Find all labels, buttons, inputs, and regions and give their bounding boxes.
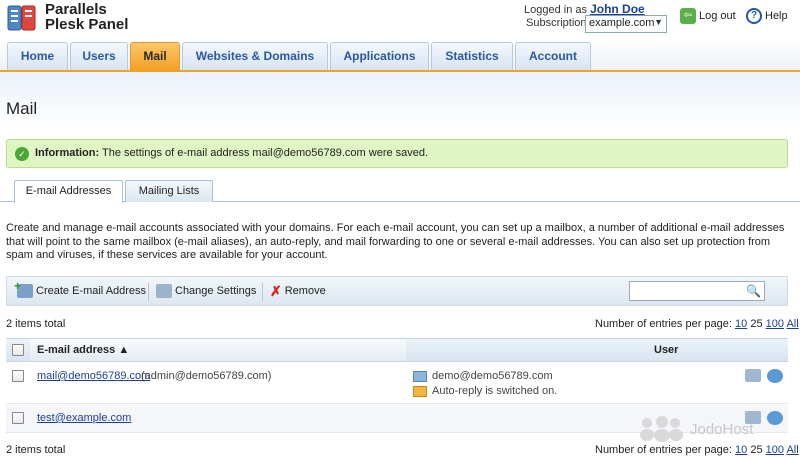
per-page-control: Number of entries per page: 10 25 100 Al… bbox=[595, 318, 799, 330]
change-settings-button[interactable]: Change Settings bbox=[156, 284, 256, 298]
search-input[interactable]: 🔍 bbox=[629, 281, 765, 301]
user-name-link[interactable]: John Doe bbox=[590, 2, 645, 16]
subscription-select[interactable]: example.com ▼ bbox=[585, 15, 667, 33]
change-settings-label: Change Settings bbox=[175, 285, 257, 297]
per-page-100[interactable]: 100 bbox=[766, 444, 784, 456]
login-info: Logged in as John Doe bbox=[524, 2, 645, 16]
chevron-down-icon: ▼ bbox=[654, 17, 663, 27]
logout-button[interactable]: ⇦ Log out bbox=[680, 8, 736, 24]
header: Parallels Plesk Panel Logged in as John … bbox=[0, 0, 800, 42]
email-link[interactable]: test@example.com bbox=[37, 412, 131, 424]
info-text: The settings of e-mail address mail@demo… bbox=[102, 147, 429, 159]
watermark-logo-icon bbox=[640, 416, 684, 442]
column-user[interactable]: User bbox=[654, 344, 678, 356]
tab-websites-domains[interactable]: Websites & Domains bbox=[182, 42, 328, 70]
per-page-10[interactable]: 10 bbox=[735, 444, 747, 456]
select-all-checkbox[interactable] bbox=[12, 344, 24, 356]
toolbar-divider bbox=[262, 283, 263, 301]
create-email-icon bbox=[14, 279, 33, 298]
subtab-email-addresses[interactable]: E-mail Addresses bbox=[14, 180, 123, 203]
mail-settings-icon[interactable] bbox=[745, 369, 761, 382]
subtab-mailing-lists[interactable]: Mailing Lists bbox=[125, 180, 213, 202]
page-title: Mail bbox=[6, 99, 38, 118]
row-checkbox[interactable] bbox=[12, 370, 24, 382]
title-band bbox=[0, 72, 800, 127]
tab-home[interactable]: Home bbox=[7, 42, 68, 70]
watermark: JodoHost bbox=[640, 416, 753, 442]
remove-label: Remove bbox=[284, 285, 326, 297]
per-page-all[interactable]: All bbox=[786, 318, 798, 330]
webmail-icon[interactable] bbox=[767, 411, 783, 425]
tab-mail[interactable]: Mail bbox=[130, 42, 180, 70]
per-page-all[interactable]: All bbox=[786, 444, 798, 456]
webmail-icon[interactable] bbox=[767, 369, 783, 383]
help-button[interactable]: ? Help bbox=[746, 8, 788, 24]
per-page-10[interactable]: 10 bbox=[735, 318, 747, 330]
product-name-line1: Parallels bbox=[45, 1, 107, 18]
table-row bbox=[6, 362, 788, 404]
tab-account[interactable]: Account bbox=[515, 42, 591, 70]
per-page-control: Number of entries per page: 10 25 100 Al… bbox=[595, 444, 799, 456]
description: Create and manage e-mail accounts associ… bbox=[6, 222, 785, 261]
search-icon[interactable]: 🔍 bbox=[746, 284, 761, 298]
help-label: Help bbox=[765, 10, 788, 22]
tab-users[interactable]: Users bbox=[70, 42, 128, 70]
tab-applications[interactable]: Applications bbox=[330, 42, 429, 70]
column-email[interactable]: E-mail address ▲ bbox=[37, 344, 129, 356]
change-settings-icon bbox=[156, 284, 172, 298]
remove-icon: ✗ bbox=[270, 283, 282, 299]
create-email-button[interactable]: Create E-mail Address bbox=[14, 279, 147, 298]
mailbox-icon bbox=[413, 371, 427, 382]
forward-address: demo@demo56789.com bbox=[432, 370, 553, 382]
logout-label: Log out bbox=[699, 10, 736, 22]
subtabs: E-mail Addresses Mailing Lists bbox=[0, 180, 800, 203]
plesk-logo-icon bbox=[7, 5, 36, 31]
per-page-label: Number of entries per page: bbox=[595, 444, 732, 456]
per-page-100[interactable]: 100 bbox=[766, 318, 784, 330]
subscription-label: Subscription bbox=[526, 17, 587, 29]
toolbar-divider bbox=[148, 283, 149, 301]
tab-statistics[interactable]: Statistics bbox=[431, 42, 513, 70]
check-icon: ✓ bbox=[15, 147, 29, 161]
help-icon: ? bbox=[746, 8, 762, 24]
autoreply-status: Auto-reply is switched on. bbox=[432, 385, 558, 397]
info-message: ✓ Information: The settings of e-mail ad… bbox=[6, 139, 788, 168]
info-label: Information: bbox=[35, 147, 100, 159]
product-name-line2: Plesk Panel bbox=[45, 16, 129, 33]
watermark-text: JodoHost bbox=[690, 420, 754, 438]
per-page-25: 25 bbox=[750, 318, 763, 330]
logout-icon: ⇦ bbox=[680, 8, 696, 24]
subscription-value: example.com bbox=[589, 17, 655, 29]
row-checkbox[interactable] bbox=[12, 412, 24, 424]
main-nav: Home Users Mail Websites & Domains Appli… bbox=[0, 42, 800, 72]
items-total: 2 items total bbox=[6, 318, 66, 330]
autoreply-icon bbox=[413, 386, 427, 397]
items-total: 2 items total bbox=[6, 444, 66, 456]
per-page-25: 25 bbox=[750, 444, 763, 456]
email-link[interactable]: mail@demo56789.com bbox=[37, 370, 150, 382]
per-page-label: Number of entries per page: bbox=[595, 318, 732, 330]
remove-button[interactable]: ✗ Remove bbox=[270, 284, 326, 298]
email-alias: (admin@demo56789.com) bbox=[141, 370, 272, 382]
logged-in-label: Logged in as bbox=[524, 4, 587, 16]
product-name: Parallels Plesk Panel bbox=[45, 2, 128, 32]
create-email-label: Create E-mail Address bbox=[36, 285, 147, 297]
